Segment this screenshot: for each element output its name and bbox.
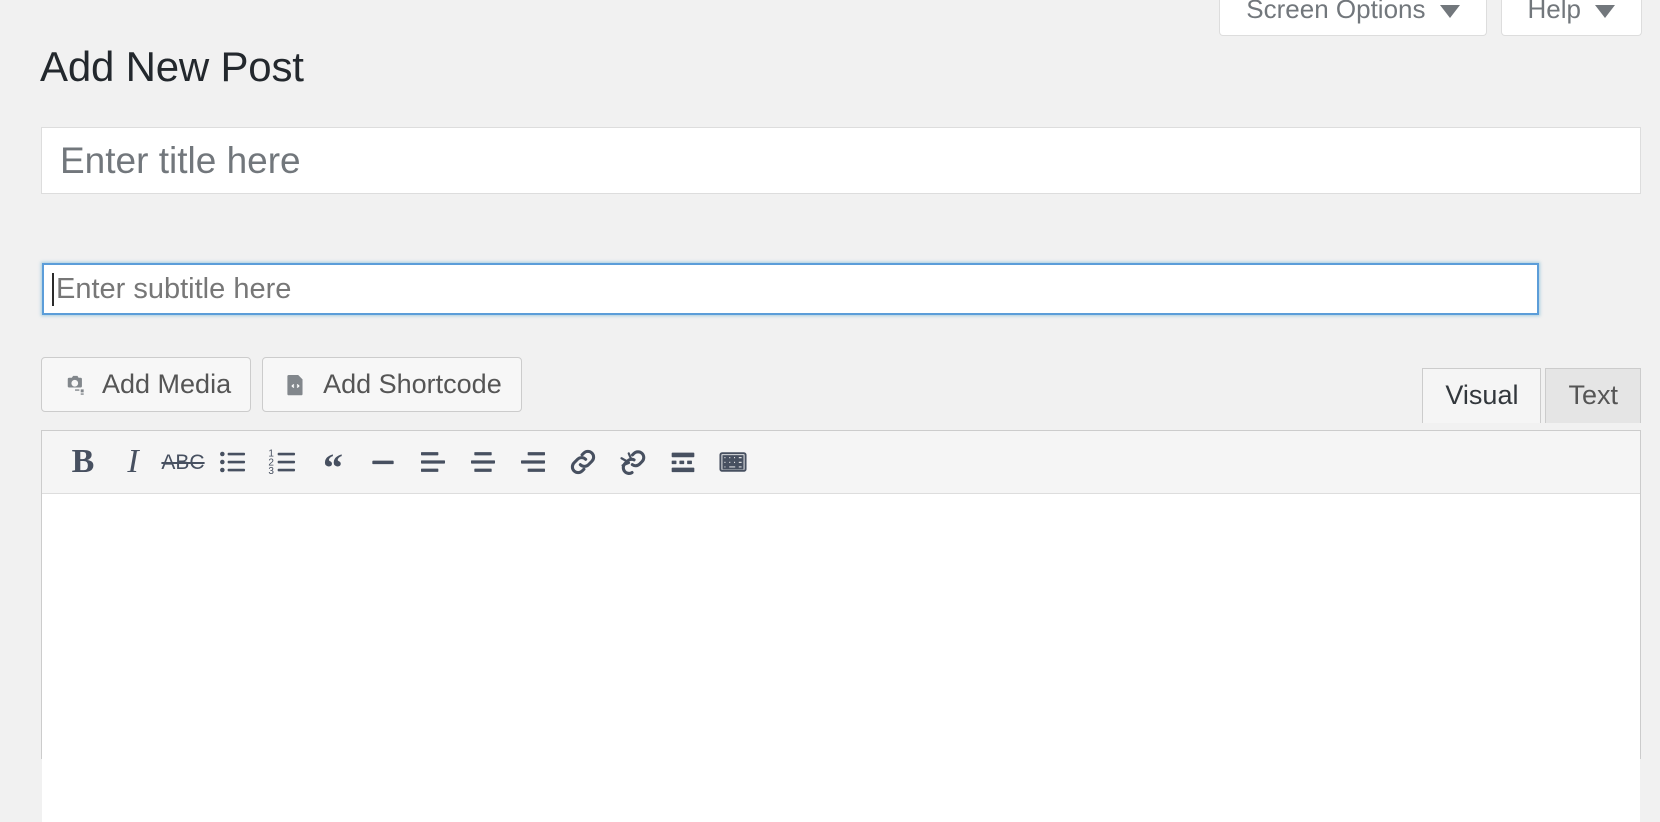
screen-options-button[interactable]: Screen Options bbox=[1219, 0, 1487, 36]
post-title-input[interactable] bbox=[42, 128, 1640, 193]
svg-text:3: 3 bbox=[268, 466, 274, 477]
tab-text-label: Text bbox=[1568, 380, 1618, 410]
code-document-icon bbox=[282, 371, 309, 398]
toolbar-toggle-icon[interactable] bbox=[708, 437, 758, 487]
screen-options-label: Screen Options bbox=[1246, 0, 1426, 24]
tab-visual[interactable]: Visual bbox=[1422, 368, 1542, 424]
help-label: Help bbox=[1527, 0, 1581, 24]
horizontal-rule-icon[interactable] bbox=[358, 437, 408, 487]
page-title: Add New Post bbox=[40, 43, 304, 90]
add-media-button[interactable]: Add Media bbox=[41, 357, 252, 412]
read-more-icon[interactable] bbox=[658, 437, 708, 487]
unlink-icon[interactable] bbox=[608, 437, 658, 487]
editor-toolbar: B I ABC 1 2 3 “ bbox=[42, 431, 1640, 494]
numbered-list-icon[interactable]: 1 2 3 bbox=[258, 437, 308, 487]
add-media-label: Add Media bbox=[102, 369, 232, 399]
add-shortcode-button[interactable]: Add Shortcode bbox=[262, 357, 522, 412]
post-subtitle-input[interactable] bbox=[54, 265, 1537, 313]
chevron-down-icon bbox=[1595, 4, 1615, 18]
camera-image-icon bbox=[61, 371, 88, 398]
chevron-down-icon bbox=[1439, 4, 1460, 18]
bold-icon[interactable]: B bbox=[58, 437, 108, 487]
editor-mode-tabs: Visual Text bbox=[1422, 368, 1641, 424]
help-button[interactable]: Help bbox=[1500, 0, 1642, 36]
strikethrough-icon[interactable]: ABC bbox=[158, 437, 208, 487]
align-right-icon[interactable] bbox=[508, 437, 558, 487]
add-shortcode-label: Add Shortcode bbox=[323, 369, 502, 399]
screen-meta-links: Screen Options Help bbox=[1219, 0, 1642, 36]
post-editor: B I ABC 1 2 3 “ bbox=[41, 430, 1641, 822]
tab-visual-label: Visual bbox=[1445, 380, 1519, 410]
link-icon[interactable] bbox=[558, 437, 608, 487]
editor-content-area[interactable] bbox=[42, 494, 1640, 822]
media-buttons-group: Add Media Add Shortcode bbox=[41, 357, 522, 412]
italic-icon[interactable]: I bbox=[108, 437, 158, 487]
bulleted-list-icon[interactable] bbox=[208, 437, 258, 487]
tab-text[interactable]: Text bbox=[1545, 368, 1641, 424]
blockquote-icon[interactable]: “ bbox=[308, 437, 358, 488]
align-center-icon[interactable] bbox=[458, 437, 508, 487]
post-subtitle-field-wrapper[interactable] bbox=[42, 263, 1539, 315]
post-title-field-wrapper[interactable] bbox=[41, 127, 1641, 194]
align-left-icon[interactable] bbox=[408, 437, 458, 487]
